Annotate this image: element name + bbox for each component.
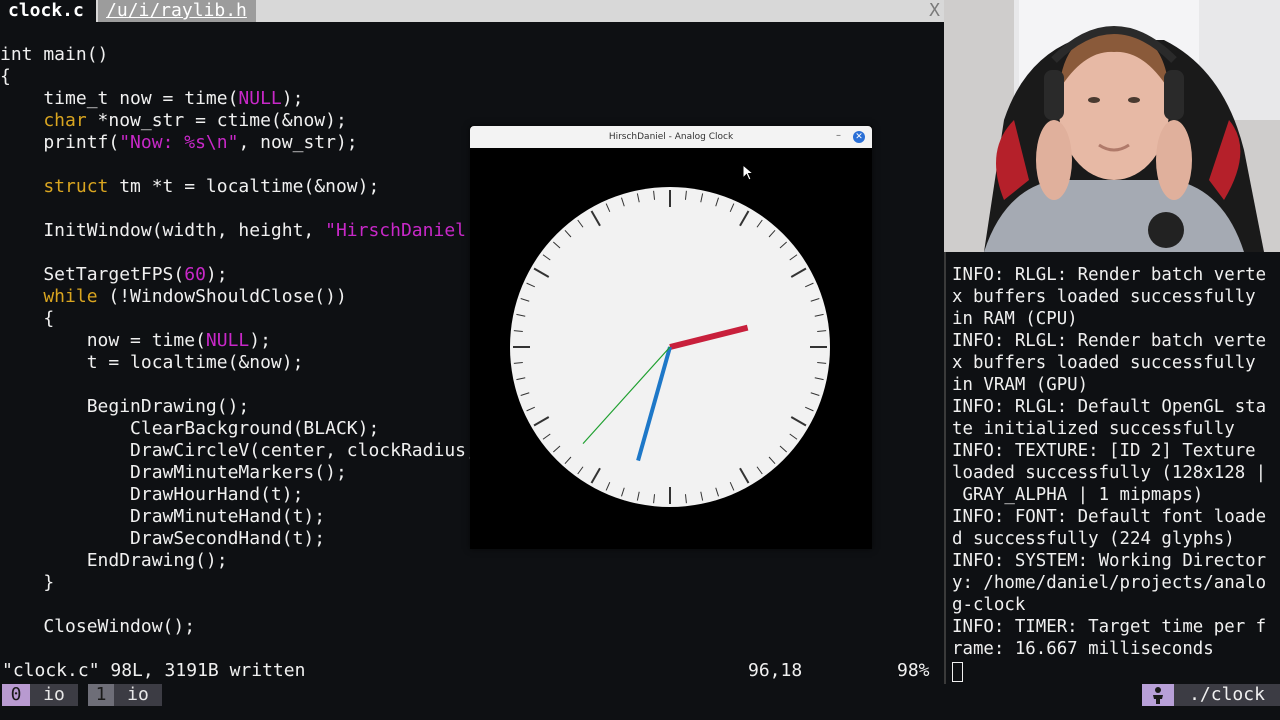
webcam-image — [944, 0, 1280, 252]
terminal-cursor — [952, 662, 963, 682]
code-token: ClearBackground(BLACK); — [0, 418, 380, 439]
code-token: { — [0, 66, 11, 87]
code-line: int main() — [0, 44, 944, 66]
code-token: (!WindowShouldClose()) — [97, 286, 347, 307]
code-token: char — [0, 110, 87, 131]
code-line: time_t now = time(NULL); — [0, 88, 944, 110]
log-line: g-clock — [952, 595, 1026, 615]
log-line: x buffers loaded successfully — [952, 353, 1256, 373]
log-line: INFO: TEXTURE: [ID 2] Texture — [952, 441, 1256, 461]
code-token: DrawHourHand(t); — [0, 484, 304, 505]
code-token: InitWindow(width, height, — [0, 220, 326, 241]
scroll-percent: 98% — [897, 660, 930, 681]
code-token: "HirschDaniel — [325, 220, 466, 241]
code-token: DrawSecondHand(t); — [0, 528, 326, 549]
tmux-window-0-index[interactable]: 0 — [2, 684, 30, 706]
log-line: in RAM (CPU) — [952, 309, 1078, 329]
code-token: printf( — [0, 132, 120, 153]
tmux-status-bar: 0 io 1 io ./clock — [0, 684, 1280, 720]
code-token: ); — [205, 264, 228, 285]
tab-raylib-h[interactable]: /u/i/raylib.h — [98, 0, 256, 22]
code-token: while — [0, 286, 98, 307]
log-line: GRAY_ALPHA | 1 mipmaps) — [952, 485, 1204, 505]
code-token: EndDrawing(); — [0, 550, 228, 571]
close-window-button[interactable]: ✕ — [853, 131, 865, 143]
code-token: } — [0, 572, 55, 593]
analog-clock-window[interactable]: HirschDaniel - Analog Clock – ✕ — [470, 126, 872, 549]
tmux-window-1-index[interactable]: 1 — [88, 684, 114, 706]
code-token: { — [0, 308, 55, 329]
window-titlebar[interactable]: HirschDaniel - Analog Clock – ✕ — [470, 126, 872, 148]
code-token: SetTargetFPS( — [0, 264, 185, 285]
code-token: struct — [0, 176, 109, 197]
code-token: BeginDrawing(); — [0, 396, 250, 417]
webcam-video — [944, 0, 1280, 252]
code-line: { — [0, 66, 944, 88]
person-icon — [1142, 684, 1174, 706]
code-token: int main() — [0, 44, 109, 65]
log-line: x buffers loaded successfully — [952, 287, 1256, 307]
minimize-button[interactable]: – — [836, 130, 841, 141]
log-line: INFO: RLGL: Render batch verte — [952, 331, 1267, 351]
window-title: HirschDaniel - Analog Clock — [608, 132, 734, 142]
code-token: "Now: %s\n" — [119, 132, 239, 153]
tab-close-button[interactable]: X — [929, 0, 940, 22]
code-token: time_t now = time( — [0, 88, 239, 109]
log-line: y: /home/daniel/projects/analo — [952, 573, 1267, 593]
code-line: CloseWindow(); — [0, 616, 944, 638]
log-line: d successfully (224 glyphs) — [952, 529, 1235, 549]
code-line: EndDrawing(); — [0, 550, 944, 572]
log-line: INFO: TIMER: Target time per f — [952, 617, 1267, 637]
log-line: INFO: RLGL: Default OpenGL sta — [952, 397, 1267, 417]
code-token: DrawMinuteMarkers(); — [0, 462, 347, 483]
vim-tabline: clock.c /u/i/raylib.h X — [0, 0, 944, 22]
code-token: NULL — [238, 88, 282, 109]
tmux-window-1-name[interactable]: io — [114, 684, 162, 706]
log-line: INFO: RLGL: Render batch verte — [952, 265, 1267, 285]
tmux-current-path: ./clock — [1174, 684, 1280, 706]
tab-clock-c[interactable]: clock.c — [0, 0, 96, 22]
code-token: DrawMinuteHand(t); — [0, 506, 326, 527]
log-line: in VRAM (GPU) — [952, 375, 1089, 395]
code-token: DrawCircleV(center, clockRadius, — [0, 440, 477, 461]
code-token: NULL — [205, 330, 250, 351]
code-token: CloseWindow(); — [0, 616, 196, 637]
clock-canvas — [470, 148, 872, 549]
code-token: t = localtime(&now); — [0, 352, 304, 373]
code-token: , now_str); — [238, 132, 358, 153]
code-token: now = time( — [0, 330, 206, 351]
vim-command-line: "clock.c" 98L, 3191B written — [2, 660, 306, 681]
terminal-output[interactable]: INFO: RLGL: Render batch verte x buffers … — [944, 252, 1280, 684]
log-line: rame: 16.667 milliseconds — [952, 639, 1214, 659]
mouse-pointer-icon — [742, 164, 755, 181]
log-line: INFO: SYSTEM: Working Director — [952, 551, 1267, 571]
log-line: INFO: FONT: Default font loade — [952, 507, 1267, 527]
code-token: *now_str = ctime(&now); — [86, 110, 347, 131]
code-line: } — [0, 572, 944, 594]
log-line: loaded successfully (128x128 | — [952, 463, 1267, 483]
tmux-window-0-name[interactable]: io — [30, 684, 78, 706]
log-line: te initialized successfully — [952, 419, 1235, 439]
code-token: ); — [249, 330, 271, 351]
code-token: tm *t = localtime(&now); — [108, 176, 380, 197]
code-token: ); — [281, 88, 304, 109]
cursor-position: 96,18 — [748, 660, 803, 681]
code-token: 60 — [184, 264, 206, 285]
